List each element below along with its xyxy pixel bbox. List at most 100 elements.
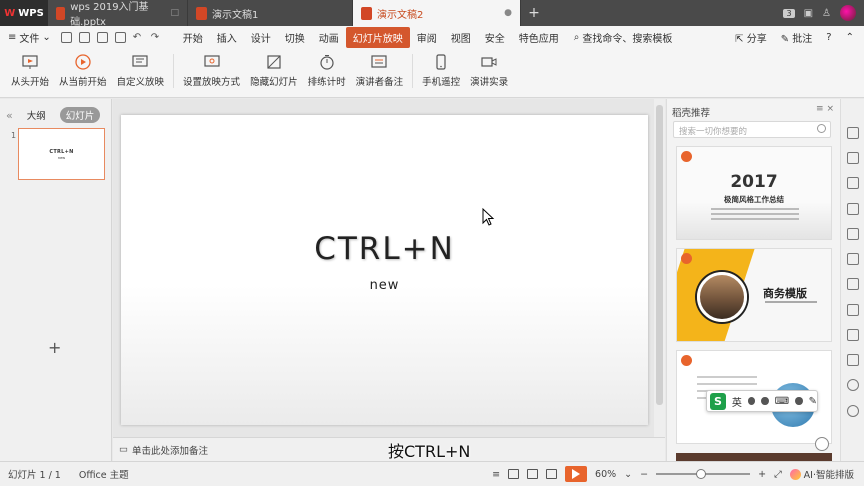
start-from-beginning-button[interactable]: 从头开始 <box>6 54 54 88</box>
new-tab-button[interactable]: + <box>521 0 547 26</box>
menu-slideshow[interactable]: 幻灯片放映 <box>345 26 410 48</box>
export-pdf-icon[interactable] <box>78 31 90 43</box>
slide-thumbnail[interactable]: CTRL+N new <box>18 128 105 180</box>
search-icon[interactable] <box>817 124 826 133</box>
custom-show-button[interactable]: 自定义放映 <box>112 54 170 88</box>
skin-icon[interactable]: ▣ <box>804 8 813 19</box>
tab-presentation-2[interactable]: 演示文稿2 ● <box>353 0 521 26</box>
menu-transition[interactable]: 切换 <box>278 27 312 48</box>
start-from-current-button[interactable]: 从当前开始 <box>54 54 112 88</box>
ribbon-separator <box>173 54 175 88</box>
help-icon[interactable]: ? <box>826 32 831 43</box>
close-icon[interactable]: × <box>826 104 834 114</box>
theme-name[interactable]: Office 主题 <box>79 467 129 481</box>
ime-toolbar[interactable]: S 英 ⌨ ✎ <box>706 390 818 412</box>
presenter-notes-button[interactable]: 演讲者备注 <box>351 54 409 88</box>
punctuation-icon[interactable] <box>761 397 769 405</box>
window-count-badge[interactable]: 3 <box>783 8 795 18</box>
normal-view-icon[interactable] <box>508 469 520 479</box>
adjust-icon[interactable] <box>847 228 859 240</box>
menu-animation[interactable]: 动画 <box>312 27 346 48</box>
hide-slide-button[interactable]: 隐藏幻灯片 <box>245 54 303 88</box>
zoom-level[interactable]: 60% <box>595 469 616 480</box>
command-search[interactable]: ⌕ 查找命令、搜索模板 <box>574 30 673 45</box>
chevron-up-icon[interactable]: ⌃ <box>846 32 854 43</box>
record-speech-button[interactable]: 演讲实录 <box>465 54 513 88</box>
menu-features[interactable]: 特色应用 <box>512 27 566 48</box>
animation-icon[interactable] <box>847 253 859 265</box>
record-icon[interactable] <box>847 379 859 391</box>
slide-subtitle[interactable]: new <box>121 278 648 293</box>
template-search-input[interactable]: 搜索一切你想要的 <box>673 121 831 138</box>
menu-insert[interactable]: 插入 <box>210 27 244 48</box>
box-icon[interactable] <box>847 304 859 316</box>
add-slide-button[interactable]: + <box>48 338 61 357</box>
shapes-icon[interactable] <box>847 152 859 164</box>
collapse-panel-icon[interactable]: « <box>6 109 13 122</box>
menu-view[interactable]: 视图 <box>444 27 478 48</box>
share-button[interactable]: ⇱ 分享 <box>735 30 767 45</box>
menu-home[interactable]: 开始 <box>176 27 210 48</box>
layout-icon[interactable] <box>847 203 859 215</box>
ime-language[interactable]: 英 <box>732 394 742 409</box>
zoom-in-button[interactable]: + <box>758 469 766 480</box>
moon-icon[interactable] <box>747 397 756 405</box>
image-icon[interactable] <box>847 329 859 341</box>
avatar[interactable] <box>840 5 856 21</box>
zoom-slider-knob[interactable] <box>696 469 707 479</box>
scrollbar-thumb[interactable] <box>656 105 663 405</box>
panel-heading[interactable]: 稻壳推荐 <box>672 105 710 119</box>
share-icon: ⇱ <box>735 33 744 45</box>
phone-remote-button[interactable]: 手机遥控 <box>417 54 465 88</box>
play-slideshow-button[interactable] <box>565 466 588 482</box>
fill-icon[interactable] <box>847 177 859 189</box>
history-icon[interactable] <box>847 405 859 417</box>
tab-modified-icon[interactable]: ● <box>504 8 512 18</box>
zoom-dropdown-icon[interactable]: ⌄ <box>624 469 632 480</box>
video-subtitle: 按CTRL+N <box>388 442 471 461</box>
chat-icon[interactable] <box>815 437 829 451</box>
slide-title[interactable]: CTRL+N <box>121 231 648 267</box>
notes-toggle-icon[interactable]: ≡ <box>492 469 500 480</box>
slide[interactable]: CTRL+N new <box>121 115 648 425</box>
tab-outline[interactable]: 大纲 <box>21 107 52 123</box>
timer-icon <box>319 54 335 70</box>
ribbon-separator <box>412 54 414 88</box>
user-icon[interactable] <box>795 397 803 405</box>
menu-security[interactable]: 安全 <box>478 27 512 48</box>
rehearse-timing-button[interactable]: 排练计时 <box>303 54 351 88</box>
wps-logo-icon: W <box>4 7 16 19</box>
ai-layout-button[interactable]: AI·智能排版 <box>789 467 854 481</box>
template-card[interactable]: 2017 极简风格工作总结 <box>676 146 832 240</box>
wrench-icon[interactable]: ✎ <box>809 396 817 407</box>
text-icon[interactable] <box>847 278 859 290</box>
tab-pptx[interactable]: wps 2019入门基础.pptx □ <box>48 0 188 28</box>
template-card[interactable]: 商务模版 <box>676 248 832 342</box>
shirt-icon[interactable]: ♙ <box>822 8 831 19</box>
tab-presentation-1[interactable]: 演示文稿1 <box>188 0 353 26</box>
print-preview-icon[interactable] <box>114 31 126 43</box>
keyboard-icon[interactable]: ⌨ <box>775 396 789 407</box>
zoom-slider[interactable] <box>656 469 751 479</box>
select-icon[interactable] <box>847 127 859 139</box>
sound-icon[interactable] <box>847 354 859 366</box>
print-icon[interactable] <box>96 31 108 43</box>
tab-slides[interactable]: 幻灯片 <box>59 107 101 123</box>
menu-design[interactable]: 设计 <box>244 27 278 48</box>
reading-view-icon[interactable] <box>546 469 558 479</box>
save-icon[interactable] <box>60 31 72 43</box>
sorter-view-icon[interactable] <box>527 469 539 479</box>
file-menu[interactable]: ≡ 文件 ⌄ <box>8 30 51 45</box>
status-bar: 幻灯片 1 / 1 Office 主题 ≡ 60% ⌄ − + ⤢ AI·智能排… <box>0 461 864 486</box>
comment-button[interactable]: ✎ 批注 <box>781 30 813 45</box>
undo-icon[interactable]: ↶ <box>133 32 144 43</box>
menu-icon[interactable]: ≡ <box>816 104 824 114</box>
template-card-partial[interactable] <box>676 453 832 461</box>
wps-logo[interactable]: W WPS <box>0 0 48 26</box>
setup-show-button[interactable]: 设置放映方式 <box>178 54 245 88</box>
menu-review[interactable]: 审阅 <box>410 27 444 48</box>
zoom-out-button[interactable]: − <box>640 469 648 480</box>
canvas-scrollbar[interactable] <box>654 99 665 437</box>
fit-window-icon[interactable]: ⤢ <box>774 469 782 480</box>
redo-icon[interactable]: ↷ <box>151 32 162 43</box>
